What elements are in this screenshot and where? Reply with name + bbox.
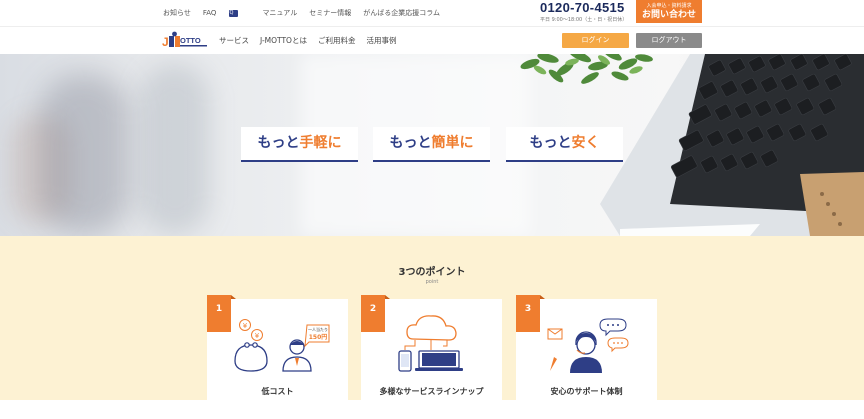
points-title: 3つのポイント xyxy=(398,267,466,278)
nav-link-about[interactable]: J-MOTTOとは xyxy=(260,35,307,46)
support-operator-icon xyxy=(547,318,629,373)
tagline-easy: もっと手軽に xyxy=(241,127,358,162)
nav-link-service[interactable]: サービス xyxy=(219,35,249,46)
wallet-coins-icon: ¥ ¥ 一人当たり 150円 xyxy=(234,319,330,372)
primary-nav-links: サービス J-MOTTOとは ご利用料金 活用事例 xyxy=(219,35,407,46)
svg-text:¥: ¥ xyxy=(243,322,248,330)
tagline-prefix: もっと xyxy=(389,135,432,151)
point-card-low-cost[interactable]: 1 ¥ ¥ 一人当たり 150円 低コスト xyxy=(207,295,348,419)
point-card-support[interactable]: 3 安心のサポート体制 xyxy=(516,295,657,419)
business-hours: 平日 9:00～18:00（土・日・祝日休） xyxy=(540,17,628,23)
hero-blur-person-2 xyxy=(140,64,210,234)
nav-link-case-studies[interactable]: 活用事例 xyxy=(366,35,396,46)
point-card-label: 低コスト xyxy=(261,387,294,396)
phone-number[interactable]: 0120-70-4515 xyxy=(540,0,625,15)
point-number-badge: 3 xyxy=(516,295,545,332)
tagline-prefix: もっと xyxy=(257,135,300,151)
svg-text:OTTO: OTTO xyxy=(180,36,201,45)
tagline-highlight: 安く xyxy=(571,135,600,151)
utility-link-faq-label: FAQ xyxy=(202,9,217,17)
cloud-devices-icon xyxy=(398,315,463,372)
tagline-prefix: もっと xyxy=(529,135,572,151)
price-value: 150円 xyxy=(309,334,328,341)
contact-button[interactable]: 入会申込・資料請求 お問い合わせ xyxy=(636,0,702,23)
tagline-highlight: 手軽に xyxy=(299,135,342,151)
hero-banner: もっと手軽に もっと簡単に もっと安く xyxy=(0,54,864,236)
logout-button[interactable]: ログアウト xyxy=(636,33,702,48)
utility-nav: お知らせ FAQ Q マニュアル セミナー情報 がんばる企業応援コラム xyxy=(163,8,452,18)
hero-blur-person-1 xyxy=(40,74,130,234)
utility-link-column[interactable]: がんばる企業応援コラム xyxy=(363,8,440,18)
tagline-highlight: 簡単に xyxy=(431,135,474,151)
point-card-label: 多様なサービスラインナップ xyxy=(379,387,484,396)
jmotto-logo[interactable]: J OTTO xyxy=(162,31,210,51)
top-utility-bar: お知らせ FAQ Q マニュアル セミナー情報 がんばる企業応援コラム 0120-… xyxy=(0,0,864,26)
svg-text:J: J xyxy=(162,35,169,49)
point-number-badge: 1 xyxy=(207,295,236,332)
utility-link-seminar[interactable]: セミナー情報 xyxy=(309,8,351,18)
tagline-simple: もっと簡単に xyxy=(373,127,490,162)
svg-text:¥: ¥ xyxy=(255,332,260,340)
point-card-label: 安心のサポート体制 xyxy=(550,387,623,396)
main-nav: J OTTO サービス J-MOTTOとは ご利用料金 活用事例 ログイン ログ… xyxy=(0,26,864,54)
points-section: 3つのポイント point 1 ¥ ¥ 一人当たり 150円 低コスト 2 多様… xyxy=(0,236,864,419)
utility-link-news[interactable]: お知らせ xyxy=(163,8,191,18)
utility-link-faq[interactable]: FAQ Q xyxy=(203,8,251,18)
points-subtitle: point xyxy=(425,279,439,285)
nav-link-pricing[interactable]: ご利用料金 xyxy=(318,35,356,46)
faq-badge-icon: Q xyxy=(229,9,239,17)
point-card-service-lineup[interactable]: 2 多様なサービスラインナップ xyxy=(361,295,502,419)
price-caption: 一人当たり xyxy=(308,326,328,332)
utility-link-manual[interactable]: マニュアル xyxy=(262,8,297,18)
point-number-badge: 2 xyxy=(361,295,390,332)
tagline-cheap: もっと安く xyxy=(506,127,623,162)
login-button[interactable]: ログイン xyxy=(562,33,629,48)
contact-button-label: お問い合わせ xyxy=(641,10,696,20)
contact-button-sublabel: 入会申込・資料請求 xyxy=(646,3,692,9)
